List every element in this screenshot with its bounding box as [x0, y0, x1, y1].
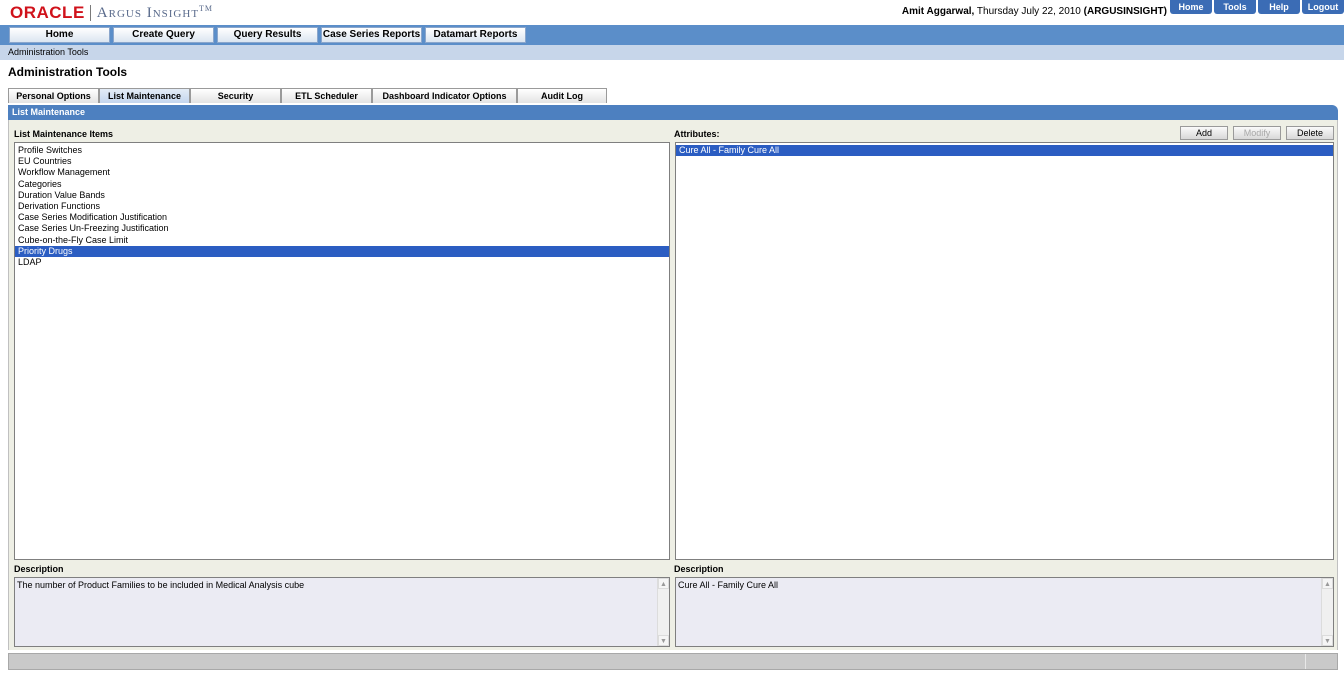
global-link-logout[interactable]: Logout: [1302, 0, 1344, 14]
current-date: Thursday July 22, 2010: [976, 6, 1081, 17]
list-item[interactable]: LDAP: [15, 257, 669, 268]
list-item[interactable]: Derivation Functions: [15, 201, 669, 212]
list-item[interactable]: Cube-on-the-Fly Case Limit: [15, 235, 669, 246]
list-maintenance-panel: List Maintenance Items Profile Switches …: [8, 120, 1338, 650]
scroll-down-icon[interactable]: ▼: [1322, 635, 1333, 646]
attributes-label: Attributes:: [674, 129, 720, 139]
user-info: Amit Aggarwal, Thursday July 22, 2010 (A…: [902, 6, 1167, 17]
list-items-label: List Maintenance Items: [14, 129, 114, 139]
status-bar: [8, 653, 1338, 670]
tab-dashboard-indicator-options[interactable]: Dashboard Indicator Options: [372, 88, 517, 103]
list-item[interactable]: Case Series Modification Justification: [15, 212, 669, 223]
list-item[interactable]: Duration Value Bands: [15, 190, 669, 201]
attribute-item-selected[interactable]: Cure All - Family Cure All: [676, 145, 1333, 157]
left-description-field[interactable]: The number of Product Families to be inc…: [14, 577, 670, 647]
oracle-argus-logo: ORACLE Argus InsightTM: [10, 3, 214, 22]
modify-button[interactable]: Modify: [1233, 126, 1281, 140]
list-item[interactable]: Workflow Management: [15, 167, 669, 178]
list-item[interactable]: EU Countries: [15, 156, 669, 167]
instance-name: (ARGUSINSIGHT): [1083, 6, 1167, 17]
logo-divider: [89, 5, 91, 21]
global-link-help[interactable]: Help: [1258, 0, 1300, 14]
left-description-scrollbar[interactable]: ▲ ▼: [657, 578, 669, 646]
list-item[interactable]: Case Series Un-Freezing Justification: [15, 223, 669, 234]
page-title: Administration Tools: [8, 65, 128, 79]
tab-security[interactable]: Security: [190, 88, 281, 103]
list-item[interactable]: Profile Switches: [15, 145, 669, 156]
status-bar-segment: [1305, 654, 1337, 669]
tab-etl-scheduler[interactable]: ETL Scheduler: [281, 88, 372, 103]
delete-button[interactable]: Delete: [1286, 126, 1334, 140]
tab-audit-log[interactable]: Audit Log: [517, 88, 607, 103]
user-name: Amit Aggarwal,: [901, 6, 975, 17]
global-links: Home Tools Help Logout: [1168, 0, 1344, 14]
oracle-brand: ORACLE: [10, 3, 85, 22]
tab-personal-options[interactable]: Personal Options: [8, 88, 99, 103]
section-title: List Maintenance: [8, 105, 1338, 120]
scroll-down-icon[interactable]: ▼: [658, 635, 669, 646]
attributes-listbox[interactable]: Cure All - Family Cure All: [675, 142, 1334, 560]
global-link-tools[interactable]: Tools: [1214, 0, 1256, 14]
product-name: Argus InsightTM: [96, 4, 214, 21]
nav-datamart-reports-button[interactable]: Datamart Reports: [425, 27, 526, 43]
tab-list-maintenance[interactable]: List Maintenance: [99, 88, 190, 103]
app-header: ORACLE Argus InsightTM Amit Aggarwal, Th…: [0, 0, 1344, 25]
scroll-up-icon[interactable]: ▲: [1322, 578, 1333, 589]
left-description-label: Description: [14, 564, 64, 574]
nav-home-button[interactable]: Home: [9, 27, 110, 43]
right-description-scrollbar[interactable]: ▲ ▼: [1321, 578, 1333, 646]
global-link-home[interactable]: Home: [1170, 0, 1212, 14]
main-nav: Home Create Query Query Results Case Ser…: [0, 25, 1344, 45]
left-description-text: The number of Product Families to be inc…: [17, 580, 305, 590]
nav-create-query-button[interactable]: Create Query: [113, 27, 214, 43]
scroll-up-icon[interactable]: ▲: [658, 578, 669, 589]
list-item[interactable]: Categories: [15, 179, 669, 190]
list-item-selected[interactable]: Priority Drugs: [15, 245, 669, 257]
nav-case-series-reports-button[interactable]: Case Series Reports: [321, 27, 422, 43]
list-items-listbox[interactable]: Profile Switches EU Countries Workflow M…: [14, 142, 670, 560]
breadcrumb: Administration Tools: [0, 45, 1344, 60]
right-description-label: Description: [674, 564, 724, 574]
right-description-text: Cure All - Family Cure All: [678, 580, 779, 590]
add-button[interactable]: Add: [1180, 126, 1228, 140]
right-description-field[interactable]: Cure All - Family Cure All ▲ ▼: [675, 577, 1334, 647]
nav-query-results-button[interactable]: Query Results: [217, 27, 318, 43]
